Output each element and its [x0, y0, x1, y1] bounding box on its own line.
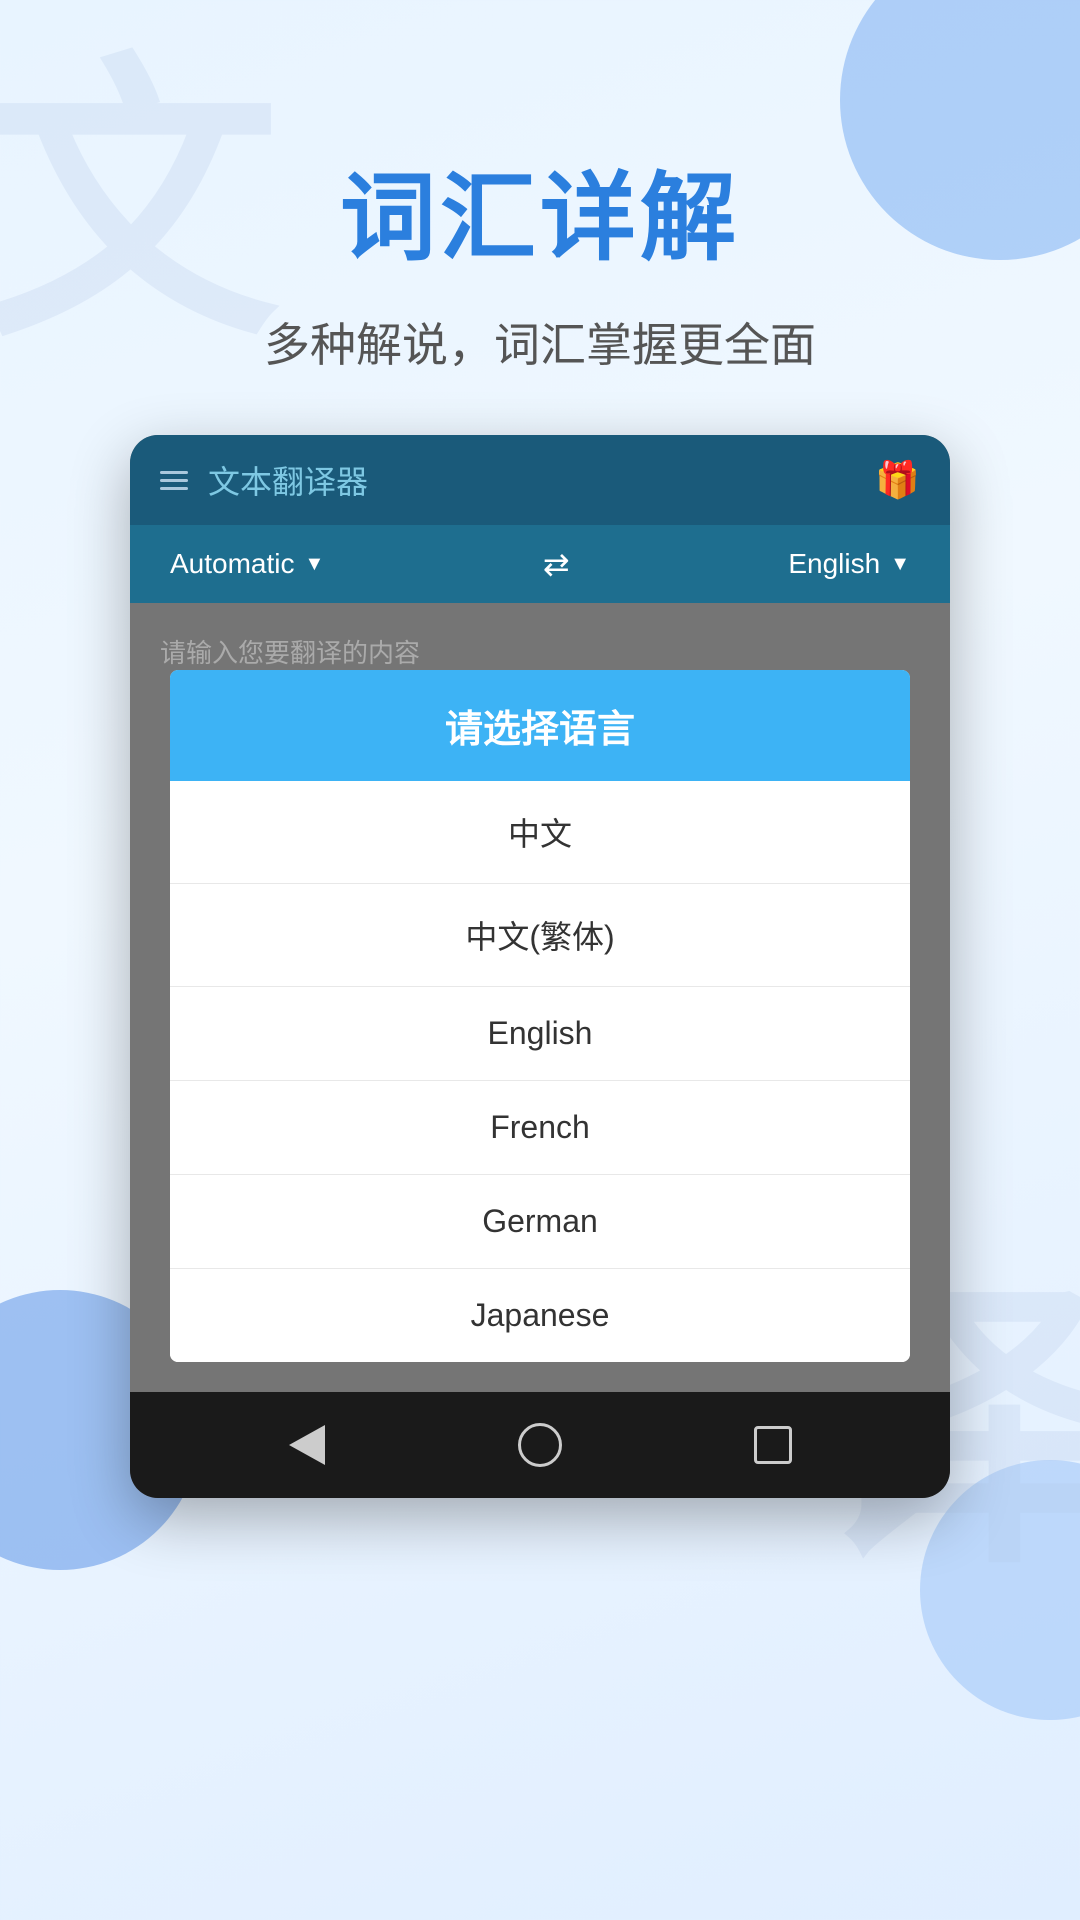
phone-mockup: 文本翻译器 🎁 Automatic ▼ ⇄ English ▼ 请输入您要翻译的… [130, 435, 950, 1498]
lang-option-japanese[interactable]: Japanese [170, 1269, 910, 1362]
subtitle: 多种解说，词汇掌握更全面 [0, 309, 1080, 375]
main-title: 词汇详解 [0, 140, 1080, 279]
hamburger-icon[interactable] [160, 471, 188, 490]
target-lang-label: English [788, 548, 880, 580]
toolbar-left: 文本翻译器 [160, 457, 368, 503]
swap-languages-button[interactable]: ⇄ [543, 545, 570, 583]
bottom-nav [130, 1392, 950, 1498]
nav-recents-button[interactable] [748, 1420, 798, 1470]
target-lang-dropdown-arrow: ▼ [890, 553, 910, 576]
app-toolbar: 文本翻译器 🎁 [130, 435, 950, 525]
home-circle-icon [518, 1423, 562, 1467]
dialog-body: 中文 中文(繁体) English French German Japanese [170, 781, 910, 1362]
lang-option-german[interactable]: German [170, 1175, 910, 1269]
source-lang-dropdown-arrow: ▼ [305, 553, 325, 576]
language-select-dialog: 请选择语言 中文 中文(繁体) English French German Ja… [170, 670, 910, 1362]
lang-option-chinese[interactable]: 中文 [170, 781, 910, 884]
input-placeholder: 请输入您要翻译的内容 [160, 633, 920, 670]
nav-back-button[interactable] [282, 1420, 332, 1470]
back-arrow-icon [289, 1425, 325, 1465]
target-lang-button[interactable]: English ▼ [788, 548, 910, 580]
nav-home-button[interactable] [515, 1420, 565, 1470]
app-title: 文本翻译器 [208, 457, 368, 503]
dialog-header: 请选择语言 [170, 670, 910, 781]
recents-square-icon [754, 1426, 792, 1464]
header-section: 词汇详解 多种解说，词汇掌握更全面 [0, 0, 1080, 435]
dialog-title: 请选择语言 [445, 709, 635, 751]
lang-option-english[interactable]: English [170, 987, 910, 1081]
source-lang-label: Automatic [170, 548, 295, 580]
lang-option-chinese-traditional[interactable]: 中文(繁体) [170, 884, 910, 987]
gift-icon[interactable]: 🎁 [875, 459, 920, 501]
lang-option-french[interactable]: French [170, 1081, 910, 1175]
content-area: 请输入您要翻译的内容 请选择语言 中文 中文(繁体) English Frenc… [130, 603, 950, 1392]
lang-selector-bar: Automatic ▼ ⇄ English ▼ [130, 525, 950, 603]
source-lang-button[interactable]: Automatic ▼ [170, 548, 324, 580]
